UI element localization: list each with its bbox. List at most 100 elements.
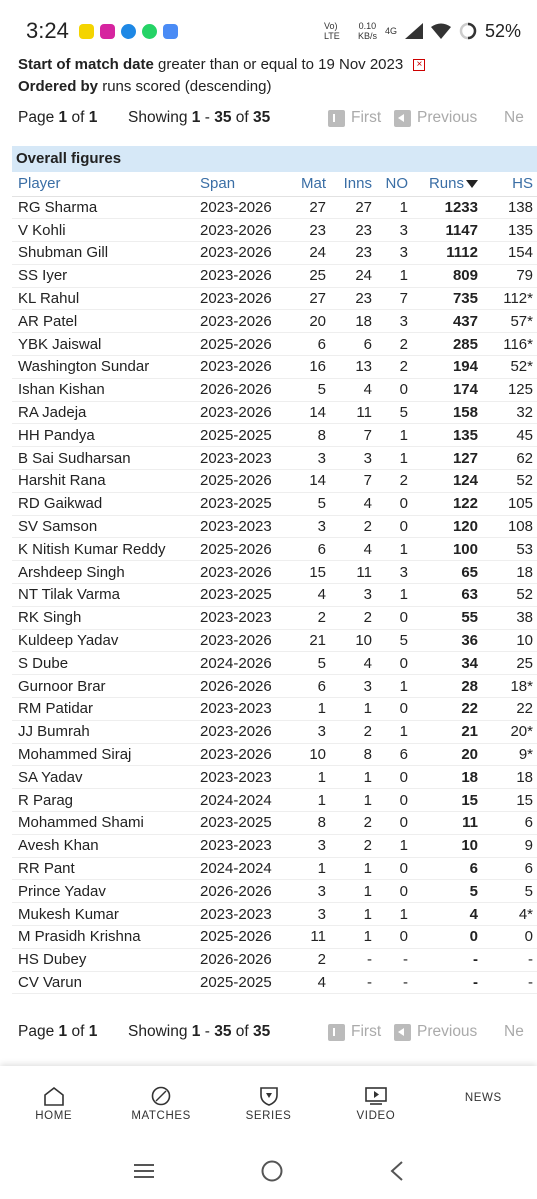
player-link[interactable]: V Kohli: [12, 218, 196, 243]
player-link[interactable]: RA Jadeja: [12, 401, 196, 425]
player-link[interactable]: RD Gaikwad: [12, 492, 196, 516]
inns-cell: 3: [330, 446, 376, 471]
no-cell: 0: [376, 378, 412, 402]
back-icon[interactable]: [389, 1160, 405, 1182]
home-circle-icon[interactable]: [260, 1159, 284, 1183]
table-caption: Overall figures: [12, 146, 537, 172]
mat-cell: 2: [292, 606, 330, 630]
mat-cell: 6: [292, 537, 330, 562]
span-cell: 2023-2025: [196, 583, 292, 607]
player-link[interactable]: Shubman Gill: [12, 241, 196, 265]
player-link[interactable]: CV Varun: [12, 971, 196, 995]
player-link[interactable]: R Parag: [12, 788, 196, 813]
notification-icons: [78, 23, 178, 39]
next-label: Ne: [504, 109, 524, 126]
inns-cell: 6: [330, 332, 376, 357]
nav-series[interactable]: SERIES: [215, 1066, 322, 1142]
player-link[interactable]: Mohammed Shami: [12, 811, 196, 835]
player-link[interactable]: RG Sharma: [12, 196, 196, 220]
player-link[interactable]: S Dube: [12, 651, 196, 676]
table-row: SV Samson 2023-2023 3 2 0 120 108: [12, 515, 537, 539]
screen: 3:24 Vo) LTE 0.10 KB/s 4G 52% Start of m…: [0, 0, 537, 1199]
player-link[interactable]: Prince Yadav: [12, 879, 196, 904]
runs-cell: 437: [412, 309, 482, 334]
player-link[interactable]: B Sai Sudharsan: [12, 446, 196, 471]
player-link[interactable]: Arshdeep Singh: [12, 560, 196, 585]
table-row: V Kohli 2023-2026 23 23 3 1147 135: [12, 218, 537, 243]
player-link[interactable]: JJ Bumrah: [12, 720, 196, 744]
player-link[interactable]: Mohammed Siraj: [12, 743, 196, 767]
player-link[interactable]: RK Singh: [12, 606, 196, 630]
player-link[interactable]: SA Yadav: [12, 765, 196, 790]
hs-cell: 9: [482, 834, 537, 858]
no-cell: 0: [376, 697, 412, 721]
span-cell: 2023-2026: [196, 196, 292, 220]
span-cell: 2023-2026: [196, 287, 292, 311]
range-of: of: [235, 109, 249, 126]
player-link[interactable]: Avesh Khan: [12, 834, 196, 858]
table-row: NT Tilak Varma 2023-2025 4 3 1 63 52: [12, 583, 537, 607]
runs-cell: 122: [412, 492, 482, 516]
next-page-button[interactable]: Ne: [504, 109, 524, 127]
recent-apps-icon[interactable]: [132, 1162, 156, 1180]
table-row: CV Varun 2025-2025 4- - - -: [12, 971, 537, 995]
player-link[interactable]: M Prasidh Krishna: [12, 925, 196, 949]
runs-cell: 20: [412, 743, 482, 767]
player-link[interactable]: HS Dubey: [12, 948, 196, 972]
player-link[interactable]: Gurnoor Brar: [12, 674, 196, 699]
clock: 3:24: [26, 18, 69, 43]
mat-cell: 8: [292, 811, 330, 835]
nav-home[interactable]: HOME: [0, 1066, 107, 1142]
first-page-button[interactable]: First: [328, 109, 388, 127]
player-link[interactable]: K Nitish Kumar Reddy: [12, 537, 196, 562]
first-label: First: [351, 109, 382, 126]
table-row: Kuldeep Yadav 2023-2026 21 10 5 36 10: [12, 629, 537, 653]
player-link[interactable]: HH Pandya: [12, 423, 196, 448]
table-row: RM Patidar 2023-2023 1 1 0 22 22: [12, 697, 537, 721]
previous-label: Previous: [417, 1023, 478, 1040]
nav-video[interactable]: VIDEO: [322, 1066, 429, 1142]
remove-criteria-icon[interactable]: ×: [413, 59, 426, 72]
player-link[interactable]: AR Patel: [12, 309, 196, 334]
no-cell: 2: [376, 469, 412, 493]
no-cell: 1: [376, 264, 412, 288]
mat-cell: 20: [292, 309, 330, 334]
runs-cell: 100: [412, 537, 482, 562]
header-span[interactable]: Span: [196, 172, 292, 197]
header-runs-sorted[interactable]: Runs: [412, 172, 482, 197]
header-player[interactable]: Player: [12, 172, 196, 197]
header-no[interactable]: NO: [376, 172, 412, 197]
inns-cell: 2: [330, 720, 376, 744]
previous-page-button[interactable]: Previous: [394, 109, 504, 127]
no-cell: 1: [376, 674, 412, 699]
inns-cell: 1: [330, 925, 376, 949]
table-row: M Prasidh Krishna 2025-2026 11 1 0 0 0: [12, 925, 537, 949]
first-page-button-bottom[interactable]: First: [328, 1023, 388, 1041]
player-link[interactable]: Mukesh Kumar: [12, 902, 196, 926]
nav-news[interactable]: NEWS: [430, 1066, 537, 1142]
player-link[interactable]: Harshit Rana: [12, 469, 196, 493]
no-cell: 0: [376, 925, 412, 949]
player-link[interactable]: YBK Jaiswal: [12, 332, 196, 357]
header-mat[interactable]: Mat: [292, 172, 330, 197]
table-row: Washington Sundar 2023-2026 16 13 2 194 52*: [12, 355, 537, 379]
player-link[interactable]: Ishan Kishan: [12, 378, 196, 402]
player-link[interactable]: RR Pant: [12, 857, 196, 881]
player-link[interactable]: Kuldeep Yadav: [12, 629, 196, 653]
player-link[interactable]: SV Samson: [12, 515, 196, 539]
player-link[interactable]: RM Patidar: [12, 697, 196, 721]
next-page-button-bottom[interactable]: Ne: [504, 1023, 524, 1041]
player-link[interactable]: KL Rahul: [12, 287, 196, 311]
player-link[interactable]: NT Tilak Varma: [12, 583, 196, 607]
header-hs[interactable]: HS: [482, 172, 537, 197]
previous-page-button-bottom[interactable]: Previous: [394, 1023, 504, 1041]
table-row: SS Iyer 2023-2026 25 24 1 809 79: [12, 264, 537, 288]
header-inns[interactable]: Inns: [330, 172, 376, 197]
hs-cell: 9*: [482, 743, 537, 767]
player-link[interactable]: SS Iyer: [12, 264, 196, 288]
inns-cell: 1: [330, 697, 376, 721]
nav-matches[interactable]: MATCHES: [107, 1066, 214, 1142]
player-link[interactable]: Washington Sundar: [12, 355, 196, 379]
header-runs: Runs: [428, 175, 464, 193]
no-cell: 7: [376, 287, 412, 311]
